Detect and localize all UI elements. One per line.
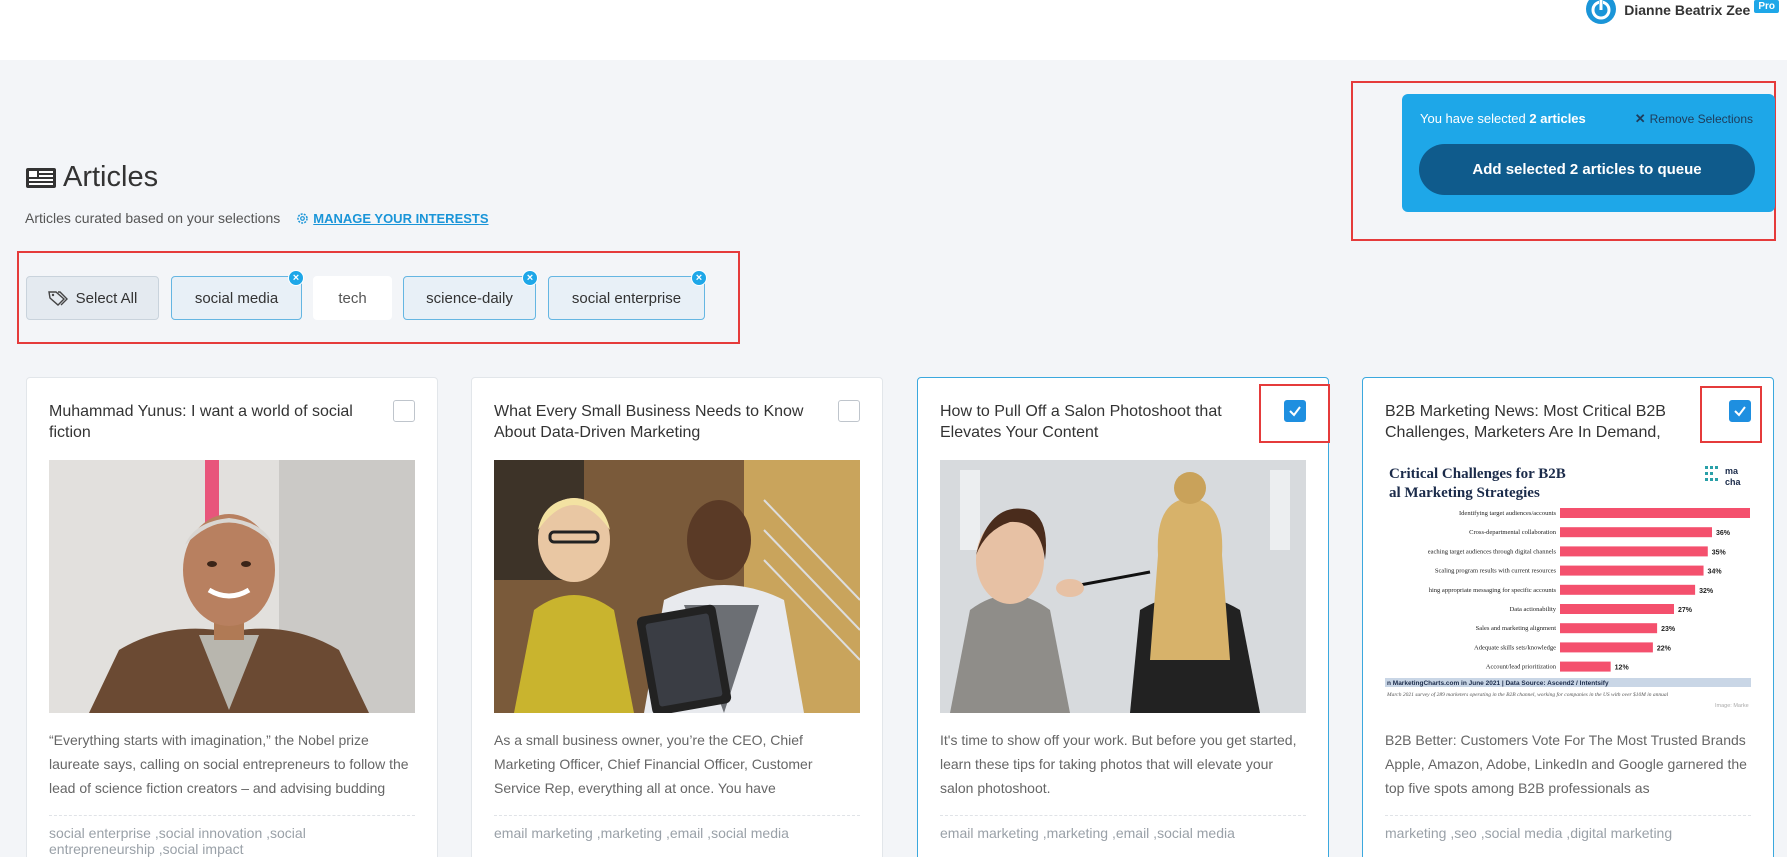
divider — [49, 815, 415, 816]
user-menu[interactable]: Dianne Beatrix Zee Pro — [1584, 0, 1779, 28]
remove-chip-icon[interactable]: × — [691, 270, 707, 286]
chip-social-enterprise[interactable]: social enterprise × — [548, 270, 707, 320]
user-name: Dianne Beatrix Zee — [1624, 2, 1751, 18]
infographic-row-label: Scaling program results with current res… — [1435, 568, 1557, 575]
article-title[interactable]: How to Pull Off a Salon Photoshoot that … — [940, 401, 1260, 443]
article-tags: marketing ,seo ,social media ,digital ma… — [1385, 825, 1673, 841]
selection-panel: You have selected 2 articles ✕ Remove Se… — [1402, 94, 1775, 212]
infographic-bar — [1560, 584, 1696, 595]
pro-badge: Pro — [1754, 0, 1779, 13]
page-title: Articles — [25, 161, 158, 194]
infographic-row-label: Data actionability — [1510, 606, 1557, 613]
infographic-row-label: Cross-departmental collaboration — [1469, 529, 1557, 536]
manage-interests-link[interactable]: MANAGE YOUR INTERESTS — [296, 210, 489, 226]
article-tags: email marketing ,marketing ,email ,socia… — [494, 825, 789, 841]
svg-text:ma: ma — [1725, 466, 1739, 476]
article-tags: email marketing ,marketing ,email ,socia… — [940, 825, 1235, 841]
article-title[interactable]: Muhammad Yunus: I want a world of social… — [49, 401, 369, 443]
subtitle-text: Articles curated based on your selection… — [25, 210, 281, 226]
article-description: As a small business owner, you’re the CE… — [494, 732, 813, 796]
infographic-bar-value: 35% — [1712, 549, 1727, 556]
chip-tech[interactable]: tech — [313, 276, 392, 320]
close-icon: ✕ — [1634, 111, 1646, 126]
checkbox-highlight — [1259, 384, 1330, 443]
article-title[interactable]: What Every Small Business Needs to Know … — [494, 401, 814, 443]
chip-social-media[interactable]: social media × — [171, 270, 304, 320]
remove-selections-label: Remove Selections — [1649, 112, 1753, 126]
manage-interests-label: MANAGE YOUR INTERESTS — [313, 210, 489, 226]
remove-selections-button[interactable]: ✕ Remove Selections — [1635, 111, 1753, 127]
article-card[interactable]: Muhammad Yunus: I want a world of social… — [26, 377, 438, 857]
power-icon — [1586, 0, 1617, 24]
infographic-bar — [1560, 565, 1704, 576]
infographic-row-label: eaching target audiences through digital… — [1428, 548, 1557, 555]
article-description: “Everything starts with imagination,” th… — [49, 732, 409, 796]
select-all-button[interactable]: Select All — [26, 276, 159, 320]
infographic-bar-value: 12% — [1615, 665, 1630, 672]
article-description: It's time to show off your work. But bef… — [940, 732, 1297, 796]
add-to-queue-button[interactable]: Add selected 2 articles to queue — [1419, 144, 1755, 195]
gear-icon — [297, 212, 308, 224]
subtitle: Articles curated based on your selection… — [25, 210, 489, 226]
article-image: Critical Challenges for B2B al Marketing… — [1385, 460, 1751, 713]
divider — [494, 815, 860, 816]
article-tags: social enterprise ,social innovation ,so… — [49, 825, 306, 857]
chip-label: science-daily — [426, 289, 513, 307]
remove-chip-icon[interactable]: × — [522, 270, 538, 286]
top-bar: Dianne Beatrix Zee Pro — [0, 0, 1787, 60]
chip-label: tech — [338, 289, 367, 307]
remove-chip-icon[interactable]: × — [288, 270, 304, 286]
infographic-row-label: Adequate skills sets/knowledge — [1474, 644, 1556, 651]
infographic-footnote: March 2021 survey of 289 marketers opera… — [1386, 691, 1669, 698]
chip-label: social media — [194, 289, 279, 307]
infographic-bar-value: 36% — [1716, 530, 1731, 537]
article-image — [49, 460, 415, 713]
svg-text:cha: cha — [1725, 477, 1742, 487]
infographic-row-label: Sales and marketing alignment — [1476, 625, 1557, 632]
select-all-label: Select All — [75, 289, 138, 307]
article-card[interactable]: What Every Small Business Needs to Know … — [471, 377, 883, 857]
infographic-bar — [1560, 661, 1611, 672]
newspaper-icon — [26, 167, 56, 188]
article-image — [494, 460, 860, 713]
tags-icon — [47, 291, 68, 306]
infographic-bar-value: 32% — [1699, 588, 1714, 595]
infographic-credit: Image: Marke — [1715, 703, 1749, 709]
article-card[interactable]: B2B Marketing News: Most Critical B2B Ch… — [1362, 377, 1774, 857]
article-card[interactable]: How to Pull Off a Salon Photoshoot that … — [917, 377, 1329, 857]
infographic-row-label: Identifying target audiences/accounts — [1459, 510, 1556, 517]
article-checkbox[interactable] — [838, 400, 860, 422]
article-title[interactable]: B2B Marketing News: Most Critical B2B Ch… — [1385, 401, 1705, 443]
divider — [940, 815, 1306, 816]
divider — [1385, 815, 1751, 816]
checkbox-highlight — [1700, 386, 1762, 443]
infographic-bar — [1560, 546, 1708, 557]
infographic-bar — [1560, 642, 1653, 653]
infographic-bar — [1560, 604, 1674, 614]
chip-label: social enterprise — [571, 289, 682, 307]
article-image — [940, 460, 1306, 713]
infographic-title: Critical Challenges for B2B — [1389, 466, 1566, 482]
infographic-bar-value: 22% — [1657, 645, 1672, 652]
selection-count-text: You have selected 2 articles — [1420, 111, 1586, 126]
infographic-bar-value: 27% — [1678, 607, 1693, 614]
infographic-bar-value: 23% — [1661, 626, 1676, 633]
infographic-bar — [1560, 527, 1712, 538]
infographic-bar — [1560, 623, 1658, 634]
infographic-bar-value: 34% — [1708, 569, 1723, 576]
article-checkbox[interactable] — [393, 400, 415, 422]
infographic-row-label: hing appropriate messaging for specific … — [1429, 587, 1557, 594]
infographic-title: al Marketing Strategies — [1389, 485, 1540, 501]
article-description: B2B Better: Customers Vote For The Most … — [1385, 732, 1747, 796]
chip-science-daily[interactable]: science-daily × — [403, 270, 538, 320]
infographic-source: n MarketingCharts.com in June 2021 | Dat… — [1387, 680, 1609, 687]
infographic-bar — [1560, 508, 1750, 518]
infographic-row-label: Account/lead prioritization — [1486, 664, 1557, 671]
articles-heading: Articles — [63, 161, 159, 193]
